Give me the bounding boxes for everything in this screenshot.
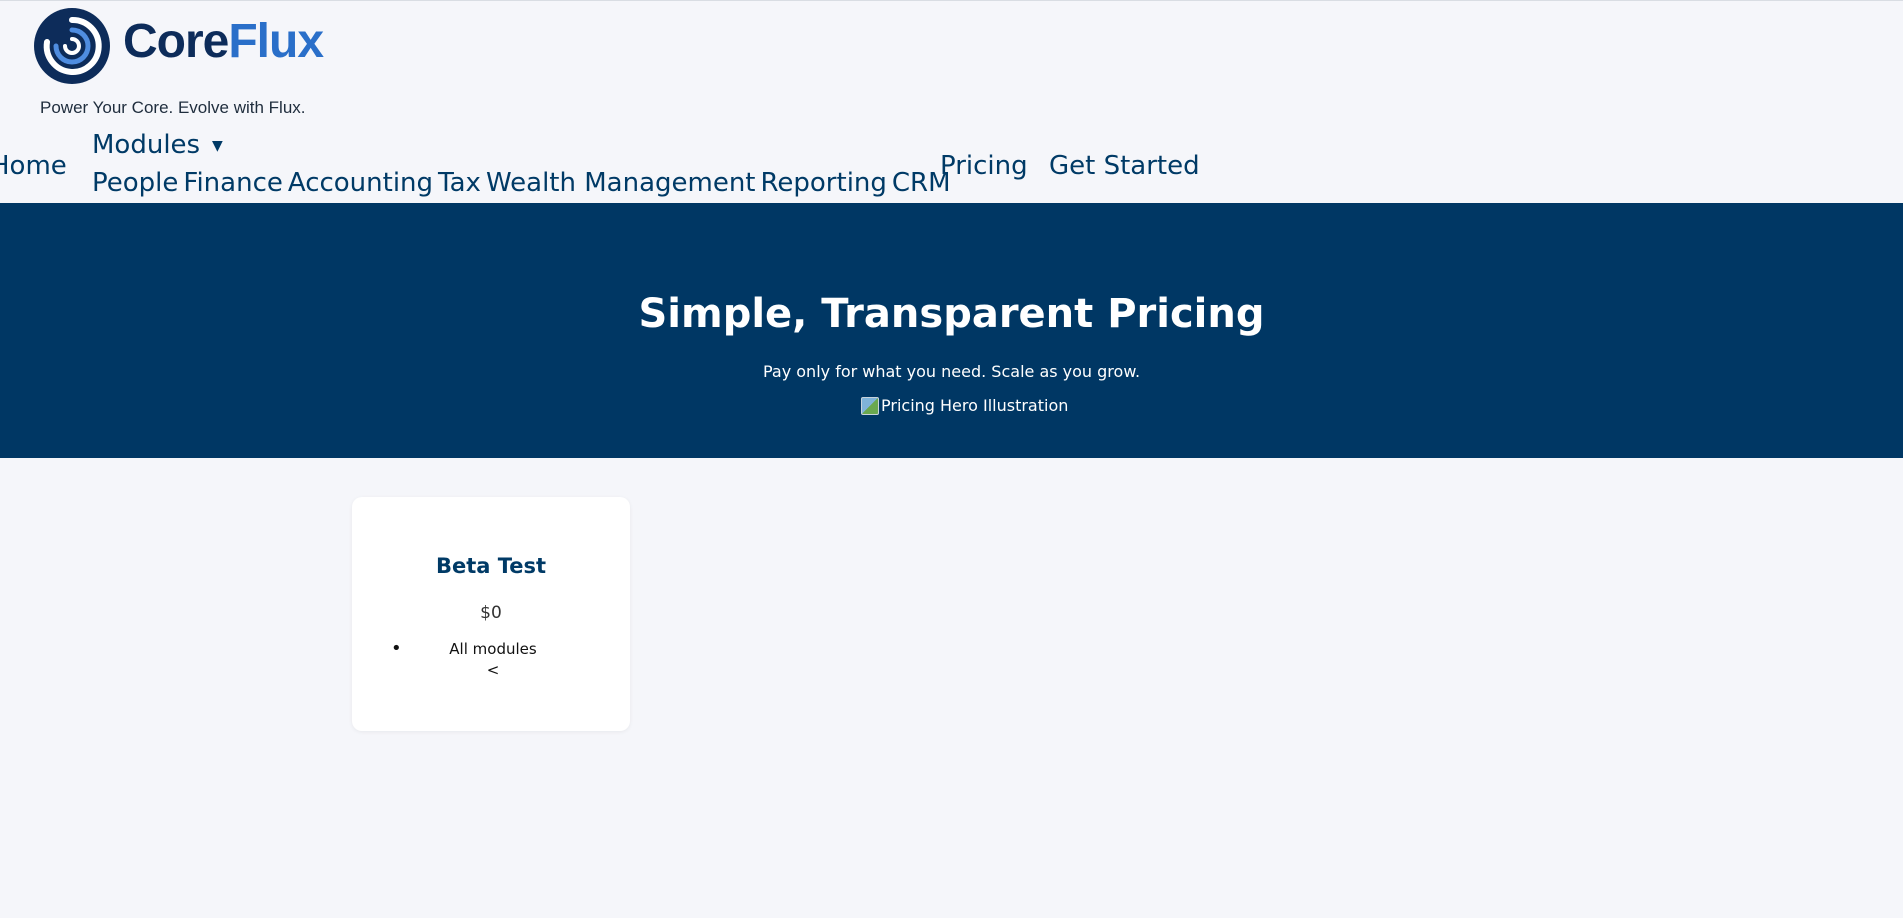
coreflux-swirl-icon (34, 8, 110, 84)
plan-card-beta-test: Beta Test $0 • All modules < (352, 497, 630, 731)
main-nav: Home Modules ▼ People Finance Accounting… (0, 128, 1903, 203)
plan-feature-text: All modules (449, 640, 537, 658)
pricing-hero: Simple, Transparent Pricing Pay only for… (0, 203, 1903, 458)
broken-image-icon (861, 396, 879, 415)
hero-illustration: Pricing Hero Illustration (861, 396, 1068, 415)
brand-name-flux: Flux (228, 15, 324, 68)
plan-feature-list: • All modules < (391, 638, 593, 681)
nav-get-started-link[interactable]: Get Started (1049, 151, 1200, 181)
submenu-item-reporting[interactable]: Reporting (761, 168, 887, 198)
plan-stray-text: < (486, 661, 500, 679)
nav-modules-link[interactable]: Modules (92, 130, 200, 160)
top-divider (0, 0, 1903, 1)
submenu-item-tax[interactable]: Tax (438, 168, 481, 198)
brand-name-core: Core (123, 15, 229, 68)
nav-home-link[interactable]: Home (0, 151, 67, 181)
nav-pricing-link[interactable]: Pricing (940, 151, 1028, 181)
submenu-item-wealth-management[interactable]: Wealth Management (486, 168, 756, 198)
bullet-icon: • (391, 638, 402, 659)
plan-feature-item: • All modules < (391, 638, 593, 681)
brand-logo[interactable]: CoreFlux (34, 8, 354, 92)
submenu-item-people[interactable]: People (92, 168, 178, 198)
modules-submenu: People Finance Accounting Tax Wealth Man… (92, 168, 951, 198)
hero-illustration-alt: Pricing Hero Illustration (881, 396, 1069, 415)
submenu-item-accounting[interactable]: Accounting (288, 168, 433, 198)
hero-subtitle: Pay only for what you need. Scale as you… (762, 362, 1141, 381)
plan-name: Beta Test (435, 554, 547, 578)
brand-tagline: Power Your Core. Evolve with Flux. (40, 98, 306, 117)
plan-price: $0 (480, 603, 502, 623)
brand-wordmark: CoreFlux (123, 15, 324, 68)
submenu-item-finance[interactable]: Finance (183, 168, 282, 198)
hero-title: Simple, Transparent Pricing (638, 291, 1265, 337)
caret-down-icon[interactable]: ▼ (212, 138, 223, 154)
